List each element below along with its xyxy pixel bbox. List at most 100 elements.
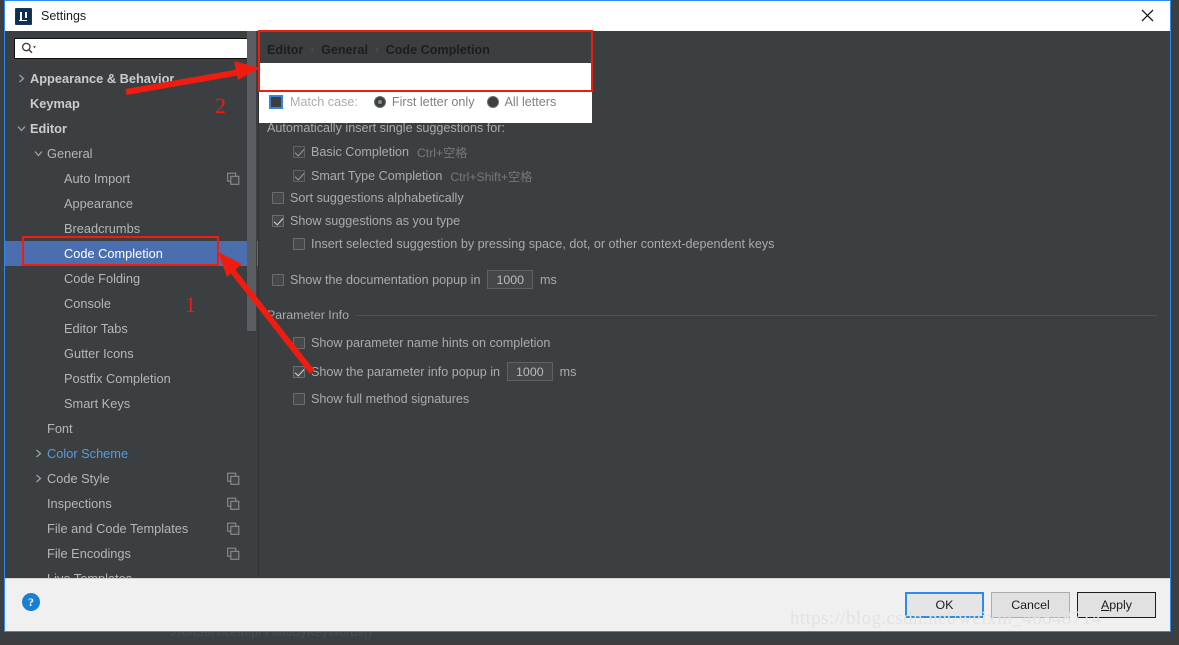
breadcrumb-editor[interactable]: Editor: [267, 43, 303, 57]
first-letter-only-radio[interactable]: [373, 96, 386, 108]
sidebar-item-editor[interactable]: Editor: [5, 116, 258, 141]
parameter-name-hints-label: Show parameter name hints on completion: [311, 336, 551, 350]
parameter-info-popup-label: Show the parameter info popup in: [311, 364, 501, 379]
sidebar-item-label: General: [47, 146, 93, 161]
group-divider: [355, 314, 1157, 316]
sidebar-item-gutter-icons[interactable]: Gutter Icons: [5, 341, 258, 366]
sidebar-item-file-encodings[interactable]: File Encodings: [5, 541, 258, 566]
settings-main-pane: Editor › General › Code Completion Match…: [259, 31, 1170, 579]
sidebar-item-file-and-code-templates[interactable]: File and Code Templates: [5, 516, 258, 541]
sidebar-item-label: Editor: [30, 121, 67, 136]
sidebar-item-breadcrumbs[interactable]: Breadcrumbs: [5, 216, 258, 241]
intellij-idea-logo-icon: [15, 7, 32, 25]
search-input[interactable]: [36, 39, 249, 58]
basic-completion-row: Basic Completion Ctrl+空格: [293, 143, 467, 161]
desktop-background: JsonServiceImpl › findByKeyWords() Setti…: [0, 0, 1179, 645]
breadcrumb-plate: [259, 63, 592, 123]
sort-suggestions-label: Sort suggestions alphabetically: [290, 191, 464, 205]
sidebar-scrollbar-track[interactable]: [247, 31, 257, 579]
copy-settings-icon[interactable]: [227, 472, 240, 485]
sidebar-item-label: Smart Keys: [64, 396, 131, 411]
settings-tree: Appearance & Behavior Keymap Editor General…: [5, 66, 258, 591]
copy-settings-icon[interactable]: [227, 497, 240, 510]
sidebar-item-appearance-behavior[interactable]: Appearance & Behavior: [5, 66, 258, 91]
smart-type-completion-row: Smart Type Completion Ctrl+Shift+空格: [293, 167, 532, 185]
match-case-row: Match case: First letter only All letter…: [269, 95, 556, 109]
sidebar-item-label: Auto Import: [64, 171, 131, 186]
sidebar-item-smart-keys[interactable]: Smart Keys: [5, 391, 258, 416]
annotation-number-2: 2: [215, 93, 226, 118]
annotation-number-1: 1: [185, 292, 196, 317]
sidebar-item-code-completion[interactable]: Code Completion: [5, 241, 258, 266]
all-letters-radio[interactable]: [486, 96, 499, 108]
watermark-text: https://blog.csdn.net/weixin_46848714: [790, 608, 1102, 629]
window-title-bar: Settings: [5, 1, 1170, 32]
search-icon: [21, 42, 36, 54]
sidebar-item-auto-import[interactable]: Auto Import: [5, 166, 258, 191]
sidebar-item-appearance[interactable]: Appearance: [5, 191, 258, 216]
copy-settings-icon[interactable]: [227, 172, 240, 185]
sort-suggestions-row: Sort suggestions alphabetically: [272, 191, 464, 205]
breadcrumb-general[interactable]: General: [321, 43, 368, 57]
chevron-right-icon: ›: [374, 44, 379, 56]
sidebar-item-postfix-completion[interactable]: Postfix Completion: [5, 366, 258, 391]
sidebar-item-code-folding[interactable]: Code Folding: [5, 266, 258, 291]
sidebar-item-label: Code Completion: [64, 246, 163, 261]
documentation-popup-checkbox[interactable]: [272, 273, 284, 286]
documentation-popup-delay-input[interactable]: 1000: [487, 270, 534, 289]
sort-suggestions-checkbox[interactable]: [272, 192, 284, 204]
basic-completion-shortcut: Ctrl+空格: [417, 146, 468, 160]
sidebar-item-label: Appearance & Behavior: [30, 71, 175, 86]
sidebar-item-label: Postfix Completion: [64, 371, 171, 386]
parameter-info-group: Parameter Info: [267, 308, 1157, 322]
full-method-signatures-checkbox[interactable]: [293, 393, 305, 405]
full-method-signatures-label: Show full method signatures: [311, 392, 470, 406]
insert-selected-suggestion-checkbox[interactable]: [293, 238, 305, 250]
sidebar-item-label: Inspections: [47, 496, 112, 511]
search-box[interactable]: [14, 38, 250, 59]
sidebar-item-general[interactable]: General: [5, 141, 258, 166]
parameter-name-hints-row: Show parameter name hints on completion: [293, 336, 550, 350]
sidebar-item-label: Breadcrumbs: [64, 221, 141, 236]
match-case-label: Match case:: [290, 95, 358, 109]
sidebar-item-label: Editor Tabs: [64, 321, 128, 336]
first-letter-only-label: First letter only: [391, 95, 475, 109]
chevron-right-icon[interactable]: [15, 72, 28, 85]
copy-settings-icon[interactable]: [227, 547, 240, 560]
help-question-icon[interactable]: ?: [22, 593, 40, 611]
chevron-down-icon[interactable]: [32, 147, 45, 160]
sidebar-item-label: Code Style: [47, 471, 110, 486]
sidebar-item-editor-tabs[interactable]: Editor Tabs: [5, 316, 258, 341]
parameter-info-popup-row: Show the parameter info popup in 1000 ms: [293, 362, 576, 381]
close-icon[interactable]: [1125, 1, 1170, 30]
show-suggestions-checkbox[interactable]: [272, 215, 284, 227]
sidebar-item-font[interactable]: Font: [5, 416, 258, 441]
basic-completion-checkbox[interactable]: [293, 146, 305, 158]
documentation-popup-unit: ms: [540, 272, 557, 287]
full-method-signatures-row: Show full method signatures: [293, 392, 469, 406]
parameter-info-popup-checkbox[interactable]: [293, 365, 305, 378]
sidebar-item-label: Console: [64, 296, 111, 311]
chevron-down-icon[interactable]: [15, 122, 28, 135]
parameter-info-popup-delay-input[interactable]: 1000: [507, 362, 553, 381]
sidebar-item-color-scheme[interactable]: Color Scheme: [5, 441, 258, 466]
sidebar-item-label: File Encodings: [47, 546, 131, 561]
smart-type-completion-checkbox[interactable]: [293, 170, 305, 182]
sidebar-scrollbar-thumb[interactable]: [247, 31, 256, 331]
match-case-checkbox[interactable]: [269, 95, 283, 109]
chevron-right-icon[interactable]: [32, 472, 45, 485]
sidebar-item-inspections[interactable]: Inspections: [5, 491, 258, 516]
parameter-name-hints-checkbox[interactable]: [293, 337, 305, 349]
chevron-right-icon[interactable]: [32, 447, 45, 460]
sidebar-item-console[interactable]: Console: [5, 291, 258, 316]
insert-selected-suggestion-label: Insert selected suggestion by pressing s…: [311, 237, 775, 251]
copy-settings-icon[interactable]: [227, 522, 240, 535]
sidebar-item-code-style[interactable]: Code Style: [5, 466, 258, 491]
sidebar-item-label: File and Code Templates: [47, 521, 189, 536]
show-suggestions-label: Show suggestions as you type: [290, 214, 461, 228]
